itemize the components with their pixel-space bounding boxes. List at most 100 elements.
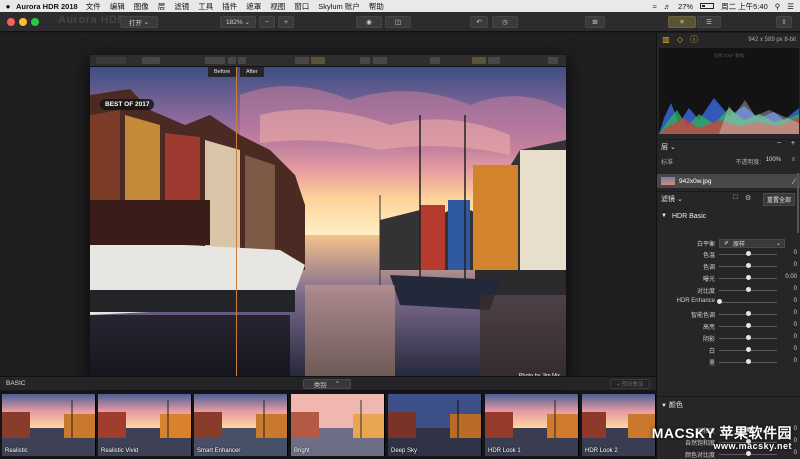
opacity-value[interactable]: 100% (766, 157, 781, 163)
slider-value[interactable]: 0 (777, 298, 797, 304)
mini-undo[interactable] (360, 57, 370, 64)
menu-window[interactable]: 窗口 (294, 1, 309, 12)
menu-plugins[interactable]: 插件 (222, 1, 237, 12)
menu-mask[interactable]: 遮罩 (246, 1, 261, 12)
menu-layer[interactable]: 层 (158, 1, 166, 12)
slider-value[interactable]: 0 (777, 250, 797, 256)
white-balance-select[interactable]: ✐ 原样 ⌄ (719, 239, 785, 248)
zoom-out-button[interactable]: − (259, 16, 275, 28)
layer-menu-icon[interactable]: ≡ (791, 157, 795, 163)
slider-knob[interactable] (745, 335, 751, 340)
preset-thumb[interactable]: Deep Sky (388, 394, 482, 456)
layer-item[interactable]: 942x0w.jpg ∕ (657, 174, 800, 188)
preset-thumb[interactable]: HDR Look 2 (582, 394, 656, 456)
mini-crop[interactable] (430, 57, 440, 64)
slider-value[interactable]: 0 (777, 310, 797, 316)
before-after-divider[interactable] (236, 67, 237, 385)
preset-thumb[interactable]: Realistic (2, 394, 96, 456)
mini-open-button[interactable] (142, 57, 160, 64)
slider-value[interactable]: 0 (777, 346, 797, 352)
slider-value[interactable]: 0 (777, 262, 797, 268)
preset-thumb[interactable]: Bright (291, 394, 385, 456)
mini-zoom-in[interactable] (238, 57, 246, 64)
reset-all-button[interactable]: 重置全部 (762, 193, 795, 206)
slider-value[interactable]: 0 (777, 322, 797, 328)
menu-image[interactable]: 图像 (134, 1, 149, 12)
mini-layers[interactable] (472, 57, 486, 64)
layers-panel-button[interactable]: ≡ (668, 16, 696, 28)
slider-knob[interactable] (716, 299, 722, 304)
filters-title[interactable]: 滤镜 (661, 196, 675, 203)
slider-knob[interactable] (745, 287, 751, 292)
crop-button[interactable]: ⊞ (585, 16, 605, 28)
share-button[interactable]: ⇧ (776, 16, 792, 28)
volume-icon[interactable]: ♬ (664, 2, 672, 11)
wifi-icon[interactable]: ≈ (652, 2, 656, 11)
slider-knob[interactable] (745, 359, 751, 364)
preset-thumb[interactable]: Realistic Vivid (98, 394, 192, 456)
slider-knob[interactable] (745, 451, 751, 456)
mini-zoom-out[interactable] (228, 57, 236, 64)
menu-edit[interactable]: 编辑 (110, 1, 125, 12)
apple-menu-icon[interactable]: ● (0, 2, 16, 11)
info-tab-icon[interactable]: ⓘ (689, 35, 699, 45)
bookmark-icon[interactable]: □ (733, 194, 737, 201)
battery-icon[interactable] (700, 3, 715, 9)
menu-view[interactable]: 视图 (270, 1, 285, 12)
histogram-tab-icon[interactable]: ▥ (661, 35, 671, 45)
zoom-select[interactable]: 182% ⌄ (220, 16, 256, 28)
brush-icon[interactable]: ∕ (794, 177, 795, 186)
search-icon[interactable]: ⚲ (775, 2, 781, 11)
color-section-header[interactable]: ▼ 颜色 (657, 396, 800, 410)
menu-file[interactable]: 文件 (86, 1, 101, 12)
layers-tab-icon[interactable]: ◇ (675, 35, 685, 45)
before-label[interactable]: Before (208, 67, 237, 77)
slider-value[interactable]: 0 (777, 334, 797, 340)
menu-filter[interactable]: 滤镜 (174, 1, 189, 12)
preview-toggle-button[interactable]: ◉ (356, 16, 382, 28)
undo-button[interactable]: ↶ (470, 16, 488, 28)
mini-zoom-select[interactable] (205, 57, 225, 64)
zoom-in-button[interactable]: + (278, 16, 294, 28)
control-center-icon[interactable]: ☰ (787, 2, 794, 11)
mini-history[interactable] (373, 57, 387, 64)
category-dropdown[interactable]: 类别 ⌃ (303, 379, 351, 389)
layers-title[interactable]: 层 (661, 144, 668, 151)
menu-tools[interactable]: 工具 (198, 1, 213, 12)
minimize-window-button[interactable] (19, 18, 27, 26)
slider-knob[interactable] (745, 323, 751, 328)
panel-scrollbar[interactable] (797, 173, 799, 233)
add-layer-button[interactable]: + (791, 140, 795, 147)
blend-mode-select[interactable]: 标准 (661, 160, 673, 166)
open-button[interactable]: 打开 ⌄ (120, 16, 158, 28)
photo-preview-window[interactable]: Before After BEST OF 2017 Photo by Jim N… (90, 55, 566, 385)
preset-thumb[interactable]: Smart Enhancer (194, 394, 288, 456)
mini-adjust[interactable] (488, 57, 500, 64)
preset-thumb[interactable]: HDR Look 1 (485, 394, 579, 456)
chevron-down-icon[interactable]: ⌄ (670, 144, 676, 151)
menu-app-name[interactable]: Aurora HDR 2018 (16, 2, 78, 11)
after-label[interactable]: After (240, 67, 264, 77)
menu-account[interactable]: Skylum 账户 (318, 1, 360, 12)
mini-compare[interactable] (311, 57, 325, 64)
slider-value[interactable]: 0 (777, 286, 797, 292)
add-preset-overlay-button[interactable]: + 预设叠加 (610, 379, 650, 389)
menu-help[interactable]: 帮助 (369, 1, 384, 12)
hdr-basic-header[interactable]: ▼ HDR Basic (661, 210, 797, 222)
slider-knob[interactable] (745, 251, 751, 256)
mini-share[interactable] (548, 57, 558, 64)
remove-layer-button[interactable]: − (777, 140, 781, 147)
adjustments-panel-button[interactable]: ☰ (697, 16, 721, 28)
mini-eye[interactable] (295, 57, 309, 64)
slider-knob[interactable] (745, 311, 751, 316)
slider-knob[interactable] (745, 347, 751, 352)
slider-value[interactable]: 0 (777, 358, 797, 364)
compare-button[interactable]: ◫ (385, 16, 411, 28)
history-button[interactable]: ◷ (492, 16, 518, 28)
slider-knob[interactable] (745, 275, 751, 280)
close-window-button[interactable] (7, 18, 15, 26)
slider-knob[interactable] (745, 263, 751, 268)
eyedropper-icon[interactable]: ✐ (724, 240, 729, 247)
zoom-window-button[interactable] (31, 18, 39, 26)
slider-value[interactable]: 0.00 (777, 274, 797, 280)
